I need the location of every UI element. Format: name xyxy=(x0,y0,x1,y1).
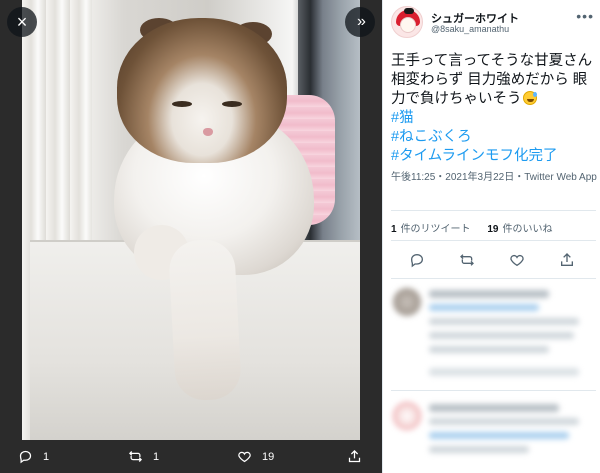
reply-icon xyxy=(410,253,424,268)
cat-head xyxy=(117,18,287,163)
photo-retweet-button[interactable]: 1 xyxy=(128,449,159,464)
like-stat[interactable]: 19 件のいいね xyxy=(487,224,552,235)
reply-line-placeholder xyxy=(429,446,529,453)
reply-line-placeholder xyxy=(429,346,549,353)
more-options-button[interactable]: ••• xyxy=(576,8,594,24)
divider xyxy=(391,278,596,279)
reply-name-placeholder xyxy=(429,290,549,298)
cat-photo xyxy=(22,0,360,440)
engagement-counts: 1 件のリツイート 19 件のいいね xyxy=(391,220,597,235)
tweet-text: 王手って言ってそうな甘夏さん 相変わらず 目力強めだから 眼力で負けちゃいそう … xyxy=(391,52,597,166)
retweet-icon xyxy=(460,254,474,266)
user-handle[interactable]: @8saku_amanathu xyxy=(431,24,509,34)
divider xyxy=(391,240,596,241)
blurred-reply[interactable] xyxy=(383,396,600,473)
retweet-count: 1 xyxy=(391,224,397,235)
like-button[interactable] xyxy=(509,252,525,268)
retweet-label: 件のリツイート xyxy=(400,224,471,235)
tweet-body: 王手って言ってそうな甘夏さん 相変わらず 目力強めだから 眼力で負けちゃいそう xyxy=(391,53,593,107)
next-image-button[interactable]: » xyxy=(345,7,375,37)
photo-reply-count: 1 xyxy=(43,450,50,463)
photo-viewer: × » 1 1 19 xyxy=(0,0,382,473)
tweet-panel: シュガーホワイト @8saku_amanathu ••• 王手って言ってそうな甘… xyxy=(382,0,600,473)
reply-line-placeholder xyxy=(429,432,569,439)
avatar-face xyxy=(400,17,416,33)
reply-avatar xyxy=(393,402,421,430)
divider xyxy=(391,390,596,391)
reply-actions-placeholder xyxy=(429,368,579,376)
divider xyxy=(391,210,596,211)
close-button[interactable]: × xyxy=(7,7,37,37)
retweet-button[interactable] xyxy=(459,252,475,268)
photo-share-button[interactable] xyxy=(347,449,372,464)
reply-line-placeholder xyxy=(429,332,574,339)
tweet-timestamp[interactable]: 午後11:25・2021年3月22日・Twitter Web App xyxy=(391,170,597,185)
share-icon xyxy=(348,449,361,463)
tweet-author: シュガーホワイト @8saku_amanathu ••• xyxy=(391,6,596,38)
heart-icon xyxy=(238,451,251,463)
reply-line-placeholder xyxy=(429,304,539,311)
photo-reply-button[interactable]: 1 xyxy=(18,449,49,464)
avatar[interactable] xyxy=(391,6,423,38)
avatar-bow xyxy=(404,8,414,14)
hashtag-cat[interactable]: #猫 xyxy=(391,109,597,128)
hashtag-timeline-mofu[interactable]: #タイムラインモフ化完了 xyxy=(391,147,597,166)
reply-avatar xyxy=(393,288,421,316)
photo-like-button[interactable]: 19 xyxy=(237,449,274,464)
blurred-reply[interactable] xyxy=(383,282,600,382)
reply-icon xyxy=(19,450,32,464)
cat-nose xyxy=(203,128,213,136)
sweat-smile-emoji-icon xyxy=(522,91,537,105)
reply-line-placeholder xyxy=(429,418,579,425)
like-label: 件のいいね xyxy=(502,224,553,235)
photo-retweet-count: 1 xyxy=(153,450,160,463)
photo-action-bar: 1 1 19 xyxy=(0,440,382,473)
cat-right-paw xyxy=(167,238,243,402)
tweet-action-bar xyxy=(383,250,600,272)
photo-like-count: 19 xyxy=(262,450,275,463)
like-count: 19 xyxy=(487,224,499,235)
retweet-icon xyxy=(128,451,143,462)
heart-icon xyxy=(510,254,524,267)
reply-name-placeholder xyxy=(429,404,559,412)
reply-line-placeholder xyxy=(429,318,579,325)
close-icon: × xyxy=(16,12,28,32)
more-dots-icon: ••• xyxy=(576,8,594,24)
hashtag-nekobukuro[interactable]: #ねこぶくろ xyxy=(391,128,597,147)
share-button[interactable] xyxy=(559,252,575,268)
chevron-right-icon: » xyxy=(357,13,366,30)
share-icon xyxy=(561,253,573,266)
reply-button[interactable] xyxy=(409,252,425,268)
cat-eye-left xyxy=(172,101,192,107)
retweet-stat[interactable]: 1 件のリツイート xyxy=(391,224,471,235)
cat-eye-right xyxy=(222,101,242,107)
